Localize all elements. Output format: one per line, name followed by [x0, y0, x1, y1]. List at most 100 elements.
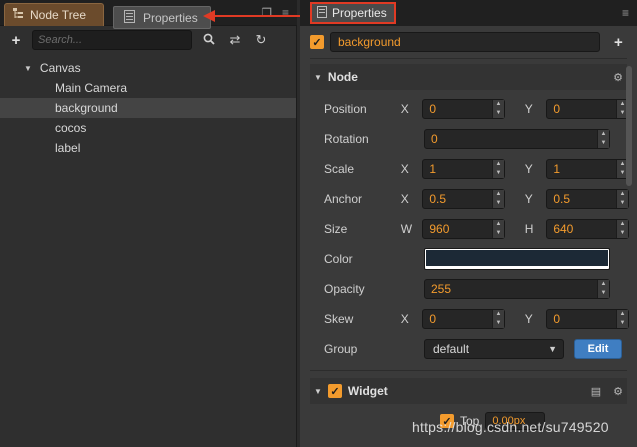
stepper[interactable]: ▲ ▼: [597, 280, 609, 298]
tree-item-label: background: [55, 101, 118, 115]
rotation-field[interactable]: 0 ▲ ▼: [424, 129, 610, 149]
tree-item-label: Main Camera: [55, 81, 128, 95]
stepper[interactable]: ▲ ▼: [492, 310, 505, 328]
prop-label: Anchor: [324, 192, 363, 206]
add-component-button[interactable]: +: [614, 34, 623, 51]
node-section-header[interactable]: ▼ Node ⚙: [310, 64, 627, 90]
skew-x-field[interactable]: 0 ▲ ▼: [422, 309, 506, 329]
book-icon[interactable]: ▤: [591, 385, 601, 398]
collapse-caret-icon[interactable]: ▼: [314, 73, 322, 82]
widget-section-header[interactable]: ▼ ✓ Widget ▤ ⚙: [310, 378, 627, 404]
properties-icon: [317, 5, 327, 21]
axis-label: X: [400, 192, 409, 206]
size-width-field[interactable]: 960 ▲ ▼: [422, 219, 506, 239]
field-value: 640: [553, 222, 574, 236]
stepper[interactable]: ▲ ▼: [492, 100, 505, 118]
axis-label: Y: [524, 102, 533, 116]
tree-item-cocos[interactable]: cocos: [0, 118, 296, 138]
node-name-input[interactable]: background: [330, 32, 600, 52]
node-name-row: ✓ background +: [310, 31, 627, 53]
tree-item-canvas[interactable]: ▼ Canvas: [0, 58, 296, 78]
axis-label: H: [524, 222, 534, 236]
stepper[interactable]: ▲ ▼: [492, 190, 505, 208]
expand-caret-icon[interactable]: ▼: [24, 64, 32, 73]
tab-properties-label: Properties: [332, 6, 387, 20]
field-value: 0: [429, 102, 437, 116]
watermark-text: https://blog.csdn.net/su749520: [412, 419, 609, 435]
menu-icon[interactable]: ≡: [282, 6, 289, 20]
prop-label: Size: [324, 222, 348, 236]
maximize-icon[interactable]: ❐: [261, 6, 272, 20]
tab-node-tree-label: Node Tree: [30, 8, 87, 22]
annotation-arrow-head: [203, 10, 215, 22]
color-swatch: [426, 250, 608, 266]
edit-group-button[interactable]: Edit: [574, 339, 622, 359]
field-value: 0: [429, 312, 437, 326]
field-value: 0.5: [429, 192, 447, 206]
stepper[interactable]: ▲ ▼: [597, 130, 609, 148]
axis-label: X: [400, 312, 409, 326]
position-x-field[interactable]: 0 ▲ ▼: [422, 99, 506, 119]
gear-icon[interactable]: ⚙: [613, 385, 623, 398]
divider: [310, 370, 627, 371]
search-box[interactable]: [32, 30, 192, 50]
prop-rotation: Rotation 0 ▲ ▼: [324, 127, 629, 151]
right-tab-bar: Properties ≡: [300, 0, 637, 26]
prop-label: Group: [324, 342, 358, 356]
opacity-field[interactable]: 255 ▲ ▼: [424, 279, 610, 299]
divider: [310, 58, 627, 59]
search-input[interactable]: [38, 34, 168, 46]
chevron-down-icon: ▼: [548, 344, 557, 354]
tab-properties[interactable]: Properties: [310, 2, 396, 24]
axis-label: Y: [524, 192, 533, 206]
node-tree: ▼ Canvas Main Camera background cocos la…: [0, 58, 296, 158]
prop-skew: Skew X 0 ▲ ▼ Y 0 ▲ ▼: [324, 307, 629, 331]
stepper[interactable]: ▲ ▼: [492, 160, 505, 178]
prop-size: Size W 960 ▲ ▼ H 640 ▲ ▼: [324, 217, 629, 241]
dragging-tab-label: Properties: [143, 10, 198, 25]
field-value: 0.5: [553, 192, 571, 206]
prop-scale: Scale X 1 ▲ ▼ Y 1 ▲ ▼: [324, 157, 629, 181]
prop-anchor: Anchor X 0.5 ▲ ▼ Y 0.5 ▲ ▼: [324, 187, 629, 211]
group-select[interactable]: default ▼: [424, 339, 564, 359]
gear-icon[interactable]: ⚙: [613, 71, 623, 84]
editor-window: Node Tree Properties ❐ ≡ + ⇄: [0, 0, 637, 447]
field-value: 0: [553, 312, 561, 326]
prop-label: Skew: [324, 312, 354, 326]
size-height-field[interactable]: 640 ▲ ▼: [546, 219, 629, 239]
refresh-icon[interactable]: ↻: [252, 32, 270, 48]
field-value: 1: [553, 162, 561, 176]
field-value: 1: [429, 162, 437, 176]
menu-icon[interactable]: ≡: [622, 6, 629, 20]
stepper[interactable]: ▲ ▼: [615, 220, 628, 238]
collapse-caret-icon[interactable]: ▼: [314, 387, 322, 396]
scale-y-field[interactable]: 1 ▲ ▼: [546, 159, 629, 179]
scrollbar[interactable]: [626, 66, 632, 186]
widget-enabled-checkbox[interactable]: ✓: [327, 384, 342, 398]
add-node-button[interactable]: +: [8, 32, 24, 49]
node-section-title: Node: [327, 70, 358, 84]
search-icon[interactable]: [200, 33, 218, 48]
tree-item-main-camera[interactable]: Main Camera: [0, 78, 296, 98]
sort-icon[interactable]: ⇄: [226, 32, 244, 48]
stepper[interactable]: ▲ ▼: [615, 190, 628, 208]
color-picker[interactable]: [424, 248, 610, 270]
left-tab-bar: Node Tree Properties ❐ ≡: [0, 0, 297, 29]
stepper[interactable]: ▲ ▼: [615, 310, 628, 328]
scale-x-field[interactable]: 1 ▲ ▼: [422, 159, 506, 179]
skew-y-field[interactable]: 0 ▲ ▼: [546, 309, 629, 329]
prop-label: Rotation: [324, 132, 369, 146]
stepper[interactable]: ▲ ▼: [492, 220, 505, 238]
node-active-checkbox[interactable]: ✓: [310, 35, 324, 49]
anchor-y-field[interactable]: 0.5 ▲ ▼: [546, 189, 629, 209]
axis-label: X: [400, 102, 409, 116]
field-value: 0: [431, 132, 438, 146]
prop-label: Position: [324, 102, 367, 116]
tree-item-background[interactable]: background: [0, 98, 296, 118]
annotation-arrow-line: [213, 15, 305, 17]
tree-item-label-node[interactable]: label: [0, 138, 296, 158]
tab-node-tree[interactable]: Node Tree: [4, 3, 104, 26]
anchor-x-field[interactable]: 0.5 ▲ ▼: [422, 189, 506, 209]
position-y-field[interactable]: 0 ▲ ▼: [546, 99, 629, 119]
tree-item-label: cocos: [55, 121, 87, 135]
